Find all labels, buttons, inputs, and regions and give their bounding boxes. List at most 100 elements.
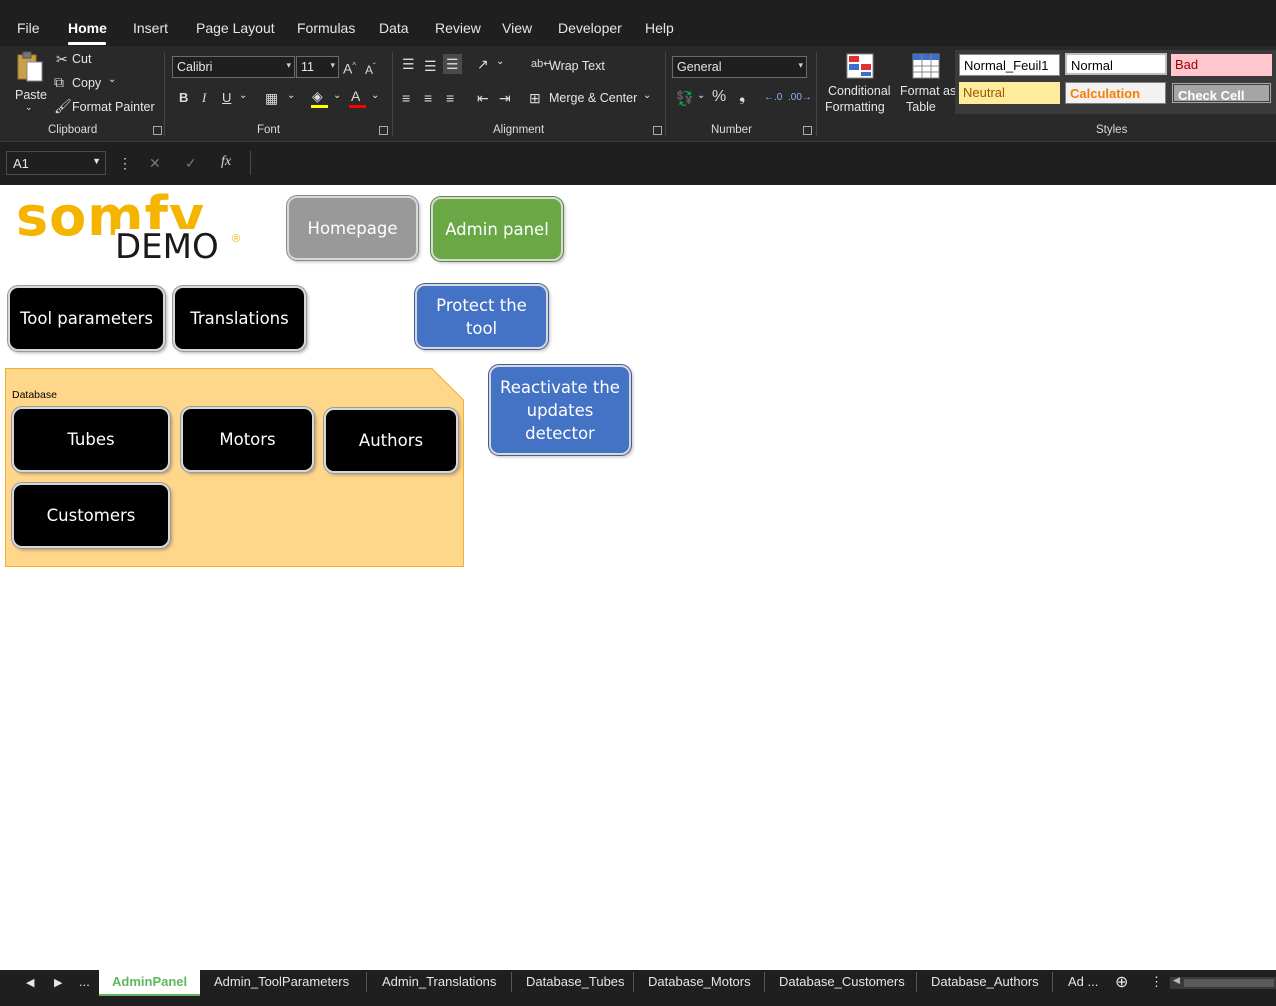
name-box[interactable]: A1 ▼ xyxy=(6,151,106,175)
tab-database-tubes[interactable]: Database_Tubes xyxy=(526,974,625,989)
dialog-launcher-icon[interactable] xyxy=(653,126,662,135)
menu-file[interactable]: File xyxy=(17,20,40,36)
menu-page-layout[interactable]: Page Layout xyxy=(196,20,275,36)
paste-button[interactable]: Paste ⌄ xyxy=(12,50,47,114)
decrease-decimal-icon[interactable]: .00→ xyxy=(788,90,812,106)
tab-admin-translations[interactable]: Admin_Translations xyxy=(382,974,496,989)
clipboard-group-label: Clipboard xyxy=(48,124,98,136)
reactivate-updates-button[interactable]: Reactivate the updates detector xyxy=(489,365,631,455)
dialog-launcher-icon[interactable] xyxy=(379,126,388,135)
more-tabs-icon[interactable]: ... xyxy=(79,974,90,989)
scroll-right-icon[interactable]: ▶ xyxy=(54,976,62,989)
font-name-select[interactable]: Calibri ▾ xyxy=(172,56,295,78)
scroll-left-icon[interactable]: ◀ xyxy=(1173,975,1180,986)
fill-color-icon[interactable]: ◈ xyxy=(312,88,323,104)
menu-formulas[interactable]: Formulas xyxy=(297,20,355,36)
insert-function-icon[interactable]: fx xyxy=(221,154,231,170)
cut-button[interactable]: Cut xyxy=(72,52,91,66)
menu-review[interactable]: Review xyxy=(435,20,481,36)
align-left-icon[interactable]: ≡ xyxy=(402,90,410,106)
chevron-down-icon[interactable]: ⌄ xyxy=(371,90,379,101)
scrollbar-thumb[interactable] xyxy=(1184,979,1274,987)
increase-indent-icon[interactable]: ⇥ xyxy=(499,90,511,106)
style-bad[interactable]: Bad xyxy=(1171,54,1272,76)
homepage-button[interactable]: Homepage xyxy=(287,196,418,260)
menu-home[interactable]: Home xyxy=(68,20,107,36)
admin-panel-button[interactable]: Admin panel xyxy=(431,197,563,261)
tab-database-customers[interactable]: Database_Customers xyxy=(779,974,905,989)
menu-developer[interactable]: Developer xyxy=(558,20,622,36)
cancel-icon[interactable]: ✕ xyxy=(149,155,161,171)
conditional-formatting-label-1: Conditional xyxy=(828,84,891,98)
align-top-icon[interactable]: ☰ xyxy=(402,56,415,72)
motors-button[interactable]: Motors xyxy=(181,407,314,472)
borders-icon[interactable]: ▦ xyxy=(265,90,278,106)
menu-view[interactable]: View xyxy=(502,20,532,36)
font-color-icon[interactable]: A xyxy=(351,88,360,104)
style-check-cell[interactable]: Check Cell xyxy=(1171,82,1272,104)
scroll-left-icon[interactable]: ◀ xyxy=(26,976,34,989)
tab-admin-toolparameters[interactable]: Admin_ToolParameters xyxy=(214,974,349,989)
tab-adminpanel[interactable]: AdminPanel xyxy=(112,974,187,989)
formula-input[interactable] xyxy=(250,151,1274,175)
more-options-icon[interactable]: ⋮ xyxy=(118,155,132,171)
tool-parameters-button[interactable]: Tool parameters xyxy=(8,286,165,351)
comma-style-icon[interactable]: ❟ xyxy=(739,89,745,105)
decrease-font-icon[interactable]: Aˇ xyxy=(365,59,376,78)
translations-button[interactable]: Translations xyxy=(173,286,306,351)
menu-help[interactable]: Help xyxy=(645,20,674,36)
copy-icon: ⧉ xyxy=(54,74,64,90)
chevron-down-icon[interactable]: ⌄ xyxy=(697,90,705,101)
format-painter-button[interactable]: Format Painter xyxy=(72,100,155,114)
add-sheet-icon[interactable]: ⊕ xyxy=(1115,972,1128,992)
enter-icon[interactable]: ✓ xyxy=(185,155,197,171)
menu-insert[interactable]: Insert xyxy=(133,20,168,36)
bold-button[interactable]: B xyxy=(179,90,188,106)
align-right-icon[interactable]: ≡ xyxy=(446,90,454,106)
style-calculation[interactable]: Calculation xyxy=(1065,82,1166,104)
currency-icon[interactable]: 💱 xyxy=(676,90,693,106)
orientation-icon[interactable]: ↗ xyxy=(477,56,489,72)
chevron-down-icon[interactable]: ⌄ xyxy=(287,90,295,101)
decrease-indent-icon[interactable]: ⇤ xyxy=(477,90,489,106)
underline-button[interactable]: U xyxy=(222,90,231,106)
style-normal[interactable]: Normal xyxy=(1065,53,1167,75)
chevron-down-icon[interactable]: ⌄ xyxy=(333,90,341,101)
tab-overflow[interactable]: Ad ... xyxy=(1068,974,1098,989)
font-size-select[interactable]: 11 ▾ xyxy=(296,56,339,78)
menu-data[interactable]: Data xyxy=(379,20,409,36)
chevron-down-icon[interactable]: ⌄ xyxy=(108,74,116,85)
chevron-down-icon: ▾ xyxy=(798,60,803,70)
tubes-button[interactable]: Tubes xyxy=(12,407,170,472)
style-neutral[interactable]: Neutral xyxy=(959,82,1060,104)
wrap-text-button[interactable]: Wrap Text xyxy=(549,59,605,73)
tab-database-authors[interactable]: Database_Authors xyxy=(931,974,1039,989)
chevron-down-icon[interactable]: ⌄ xyxy=(239,90,247,101)
chevron-down-icon[interactable]: ⌄ xyxy=(643,90,651,101)
more-options-icon[interactable]: ⋮ xyxy=(1150,974,1163,990)
merge-center-button[interactable]: Merge & Center xyxy=(549,91,637,105)
dialog-launcher-icon[interactable] xyxy=(803,126,812,135)
align-middle-icon[interactable]: ☰ xyxy=(424,58,437,74)
align-center-icon[interactable]: ≡ xyxy=(424,90,432,106)
italic-button[interactable]: I xyxy=(202,90,206,106)
conditional-formatting-button[interactable]: Conditional Formatting xyxy=(822,52,894,118)
increase-decimal-icon[interactable]: ←.0 xyxy=(764,90,782,106)
paste-label: Paste xyxy=(15,88,47,102)
tab-database-motors[interactable]: Database_Motors xyxy=(648,974,751,989)
align-bottom-icon[interactable]: ☰ xyxy=(443,54,462,74)
worksheet-area[interactable]: somfy DEMO ® Homepage Admin panel Tool p… xyxy=(0,185,1276,970)
horizontal-scrollbar[interactable]: ◀ xyxy=(1170,975,1276,989)
authors-button[interactable]: Authors xyxy=(324,408,458,473)
customers-button[interactable]: Customers xyxy=(12,483,170,548)
chevron-down-icon[interactable]: ⌄ xyxy=(496,56,504,67)
protect-tool-button[interactable]: Protect the tool xyxy=(415,284,548,349)
format-as-table-button[interactable]: Format as Table xyxy=(898,52,956,118)
copy-button[interactable]: Copy xyxy=(72,76,101,90)
number-format-select[interactable]: General ▾ xyxy=(672,56,807,78)
dialog-launcher-icon[interactable] xyxy=(153,126,162,135)
increase-font-icon[interactable]: A^ xyxy=(343,58,356,77)
font-color-swatch xyxy=(349,105,366,108)
percent-icon[interactable]: % xyxy=(712,89,726,105)
style-normal-feuil1[interactable]: Normal_Feuil1 xyxy=(959,54,1060,76)
